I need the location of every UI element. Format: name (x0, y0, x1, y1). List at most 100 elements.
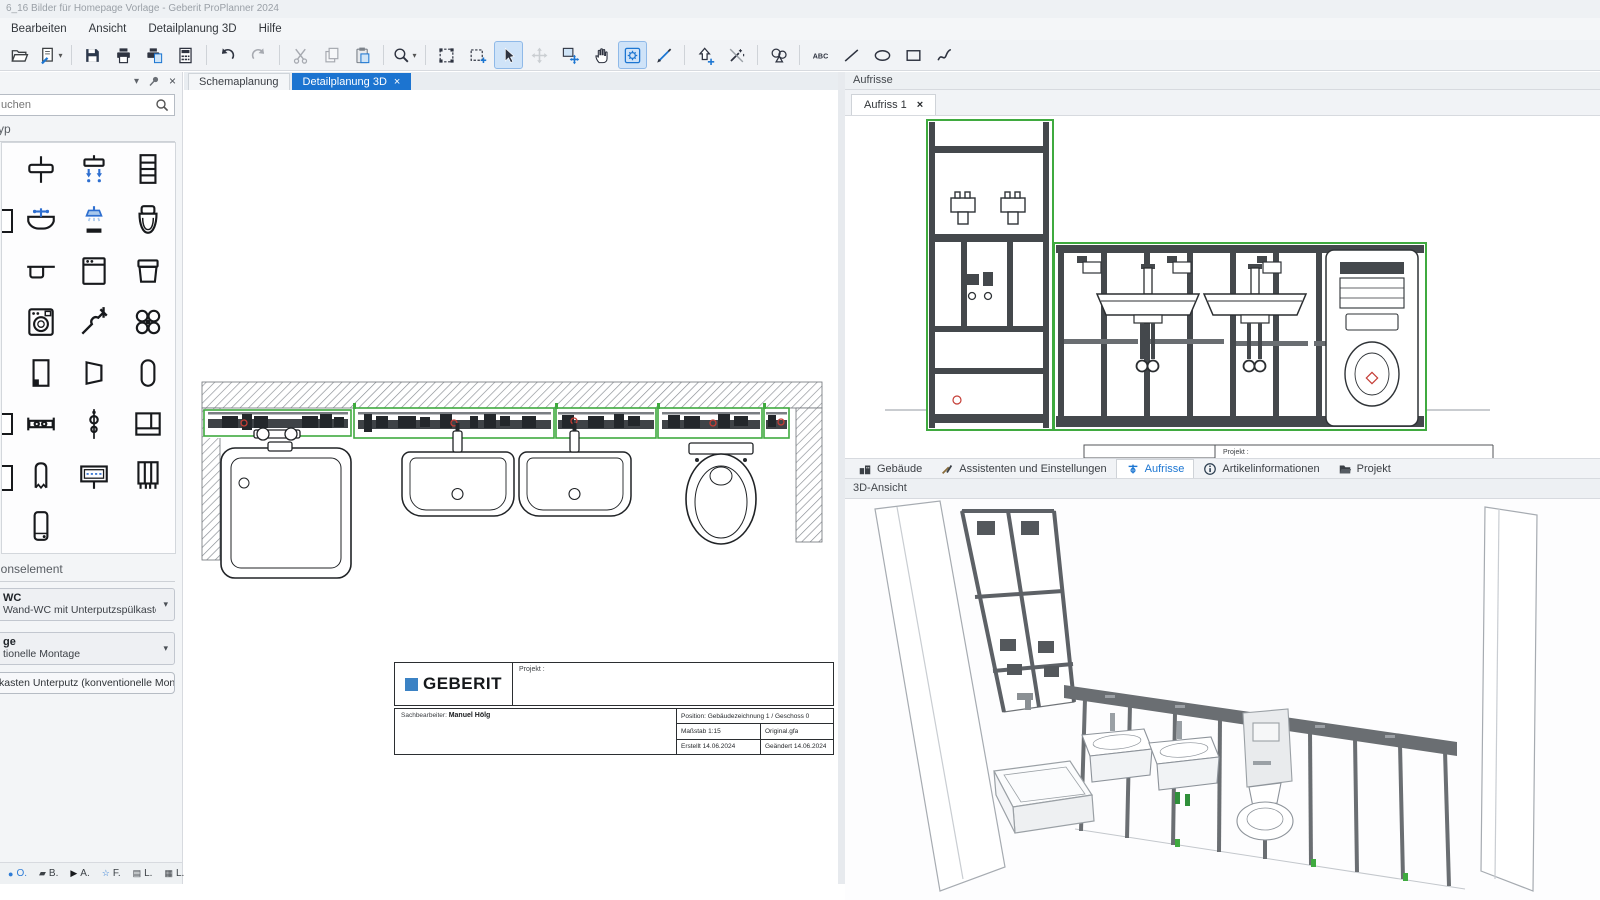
pin-icon[interactable] (148, 75, 160, 87)
symbol-window[interactable] (121, 398, 175, 449)
shapes-button[interactable] (764, 41, 793, 69)
dock-tab-layer[interactable]: ▤L. (127, 866, 159, 881)
clipped-symbol[interactable] (2, 209, 13, 233)
clipped-symbol[interactable] (2, 413, 13, 435)
element-settings-button[interactable] (618, 41, 647, 69)
symbol-washer[interactable] (14, 296, 68, 347)
import-button[interactable]: ▾ (36, 41, 65, 69)
pan-button[interactable] (587, 41, 616, 69)
dock-tab-objekte[interactable]: ●O. (2, 866, 33, 881)
zoom-window-button[interactable] (463, 41, 492, 69)
montage-dropdown[interactable]: ge tionelle Montage ▾ (0, 632, 175, 665)
tab-projekt[interactable]: Projekt (1329, 459, 1400, 478)
symbol-shower2[interactable] (68, 143, 122, 194)
symbol-dishwasher[interactable] (68, 245, 122, 296)
variant-button[interactable]: kasten Unterputz (konventionelle Montage… (0, 672, 175, 694)
redo-button[interactable] (244, 41, 273, 69)
symbol-heater[interactable] (14, 449, 68, 500)
elevation-wc-module[interactable] (1326, 250, 1418, 426)
washbasin-2-3d[interactable] (1149, 721, 1219, 806)
text-button[interactable] (806, 41, 835, 69)
tab-assistenten[interactable]: Assistenten und Einstellungen (931, 459, 1115, 478)
wc[interactable] (686, 443, 756, 544)
plan-canvas[interactable]: GEBERIT Projekt : Sachbearbeiter: Manuel… (184, 90, 838, 884)
line-button[interactable] (837, 41, 866, 69)
panel-close-icon[interactable]: × (169, 74, 176, 88)
shower-tray-3d[interactable] (994, 761, 1094, 833)
clipped-symbol[interactable] (2, 465, 13, 491)
chevron-down-icon[interactable]: ▾ (412, 51, 416, 60)
zoom-button[interactable]: ▾ (390, 41, 419, 69)
symbol-fitting[interactable] (68, 296, 122, 347)
symbol-tub[interactable] (121, 347, 175, 398)
menu-bearbeiten[interactable]: Bearbeiten (0, 20, 78, 38)
elevation-drawing[interactable]: Projekt : (845, 116, 1600, 458)
panel-dropdown-icon[interactable]: ▾ (134, 76, 139, 87)
symbol-rail[interactable] (14, 398, 68, 449)
symbol-radiator[interactable] (121, 143, 175, 194)
tab-schemaplanung[interactable]: Schemaplanung (188, 73, 290, 90)
dock-tab-bauteile[interactable]: ▰B. (33, 866, 64, 881)
save-button[interactable] (78, 41, 107, 69)
aufrisse-panel-header: Aufrisse (845, 72, 1600, 90)
symbol-panel[interactable] (14, 347, 68, 398)
tab-aufrisse[interactable]: Aufrisse (1116, 459, 1195, 478)
menu-detailplanung-3d[interactable]: Detailplanung 3D (137, 20, 247, 38)
menu-hilfe[interactable]: Hilfe (248, 20, 293, 38)
cistern-3d[interactable] (1243, 709, 1292, 787)
shower-tray[interactable] (221, 428, 351, 578)
dock-tab-artikel[interactable]: ▶A. (64, 866, 95, 881)
elevation-canvas[interactable]: Projekt : (845, 116, 1600, 458)
paste-button[interactable] (348, 41, 377, 69)
wc-type-dropdown[interactable]: WC Wand-WC mit Unterputzspülkasten, Betä… (0, 588, 175, 621)
symbol-radpipes[interactable] (121, 449, 175, 500)
undo-button[interactable] (213, 41, 242, 69)
print-button[interactable] (109, 41, 138, 69)
symbol-wc[interactable] (121, 194, 175, 245)
search-input[interactable] (0, 94, 175, 116)
plan-drawing[interactable] (184, 90, 838, 884)
installation-frame-wide[interactable] (1054, 243, 1426, 430)
zoom-extents-button[interactable] (432, 41, 461, 69)
wc-3d[interactable] (1237, 783, 1293, 840)
cut-button[interactable] (286, 41, 315, 69)
tab-close-icon[interactable]: × (394, 77, 400, 88)
no-snap-button[interactable] (722, 41, 751, 69)
move-button[interactable] (525, 41, 554, 69)
symbol-shower1[interactable] (68, 194, 122, 245)
tab-aufriss-1[interactable]: Aufriss 1 × (851, 94, 936, 115)
select-button[interactable] (494, 41, 523, 69)
insert-arrow-button[interactable] (691, 41, 720, 69)
symbol-boiler[interactable] (14, 500, 68, 551)
3d-view[interactable] (845, 499, 1600, 900)
copy-button[interactable] (317, 41, 346, 69)
tab-close-icon[interactable]: × (917, 99, 923, 111)
3d-drawing[interactable] (845, 499, 1600, 900)
installation-frame-tall[interactable] (927, 120, 1053, 430)
tab-gebaeude[interactable]: Gebäude (849, 459, 931, 478)
tab-detailplanung-3d[interactable]: Detailplanung 3D × (292, 73, 412, 90)
article-list-button[interactable] (171, 41, 200, 69)
symbol-mirror[interactable] (68, 347, 122, 398)
symbol-sink[interactable] (14, 245, 68, 296)
symbol-controlpanel[interactable] (68, 449, 122, 500)
menu-ansicht[interactable]: Ansicht (78, 20, 138, 38)
dock-tab-favoriten[interactable]: ☆F. (96, 866, 127, 881)
rectangle-button[interactable] (899, 41, 928, 69)
washbasin-1-3d[interactable] (1082, 713, 1152, 782)
installation-frame-tall-3d[interactable] (962, 511, 1074, 712)
panel-splitter[interactable] (838, 72, 845, 884)
spline-button[interactable] (930, 41, 959, 69)
symbol-pipevalve[interactable] (68, 398, 122, 449)
sketch-button[interactable] (649, 41, 678, 69)
tab-artikelinformationen[interactable]: Artikelinformationen (1194, 459, 1328, 478)
ellipse-button[interactable] (868, 41, 897, 69)
symbol-valve[interactable] (14, 143, 68, 194)
symbol-bin[interactable] (121, 245, 175, 296)
open-button[interactable] (5, 41, 34, 69)
symbol-basin[interactable] (14, 194, 68, 245)
print-preview-button[interactable] (140, 41, 169, 69)
move-selection-button[interactable] (556, 41, 585, 69)
symbol-fan[interactable] (121, 296, 175, 347)
chevron-down-icon[interactable]: ▾ (58, 51, 62, 60)
